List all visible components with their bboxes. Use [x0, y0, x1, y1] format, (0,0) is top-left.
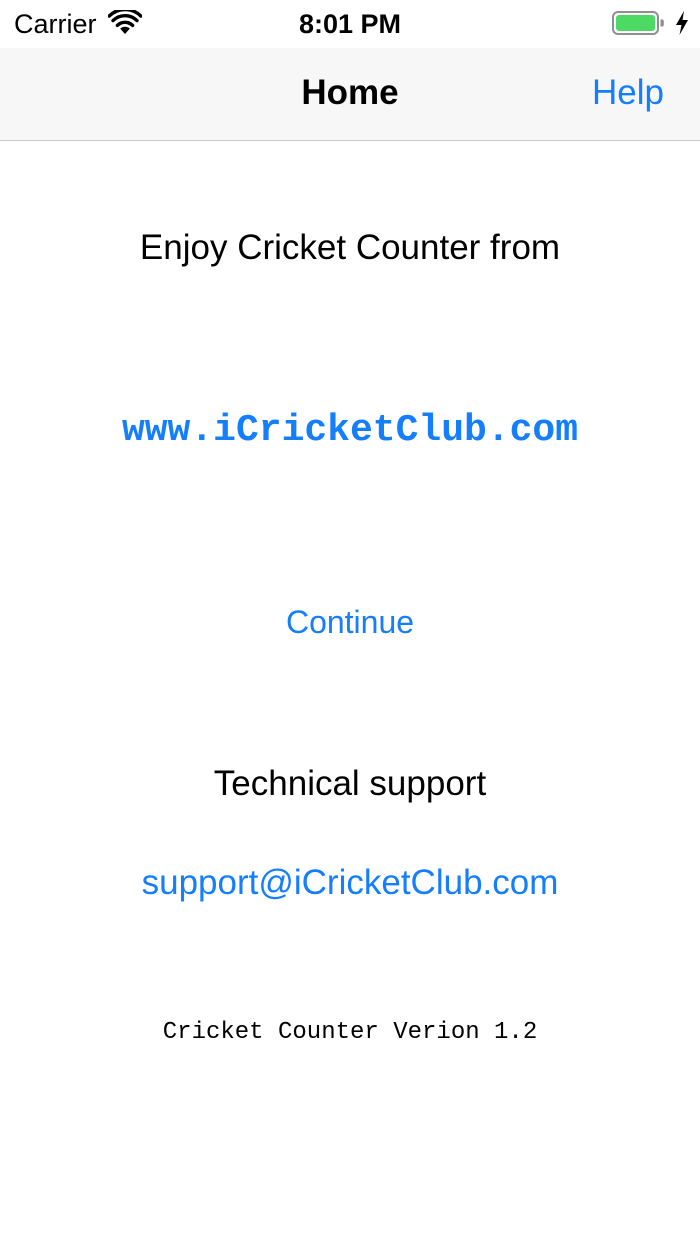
- enjoy-text: Enjoy Cricket Counter from: [139, 228, 561, 267]
- website-link[interactable]: www.iCricketClub.com: [0, 408, 700, 454]
- navigation-bar: Home Help: [0, 48, 700, 141]
- support-email-link[interactable]: support@iCricketClub.com: [0, 861, 700, 905]
- version-label: Cricket Counter Verion 1.2: [162, 1019, 538, 1046]
- charging-bolt-icon: [676, 11, 688, 35]
- battery-icon: [612, 11, 664, 35]
- support-heading: Technical support: [213, 764, 487, 803]
- help-button[interactable]: Help: [592, 72, 664, 114]
- status-time: 8:01 PM: [298, 9, 402, 39]
- screen: Carrier 8:01 PM Home Help Enjoy Cricket …: [0, 0, 700, 1244]
- status-bar: Carrier 8:01 PM: [0, 0, 700, 48]
- continue-button[interactable]: Continue: [0, 602, 700, 642]
